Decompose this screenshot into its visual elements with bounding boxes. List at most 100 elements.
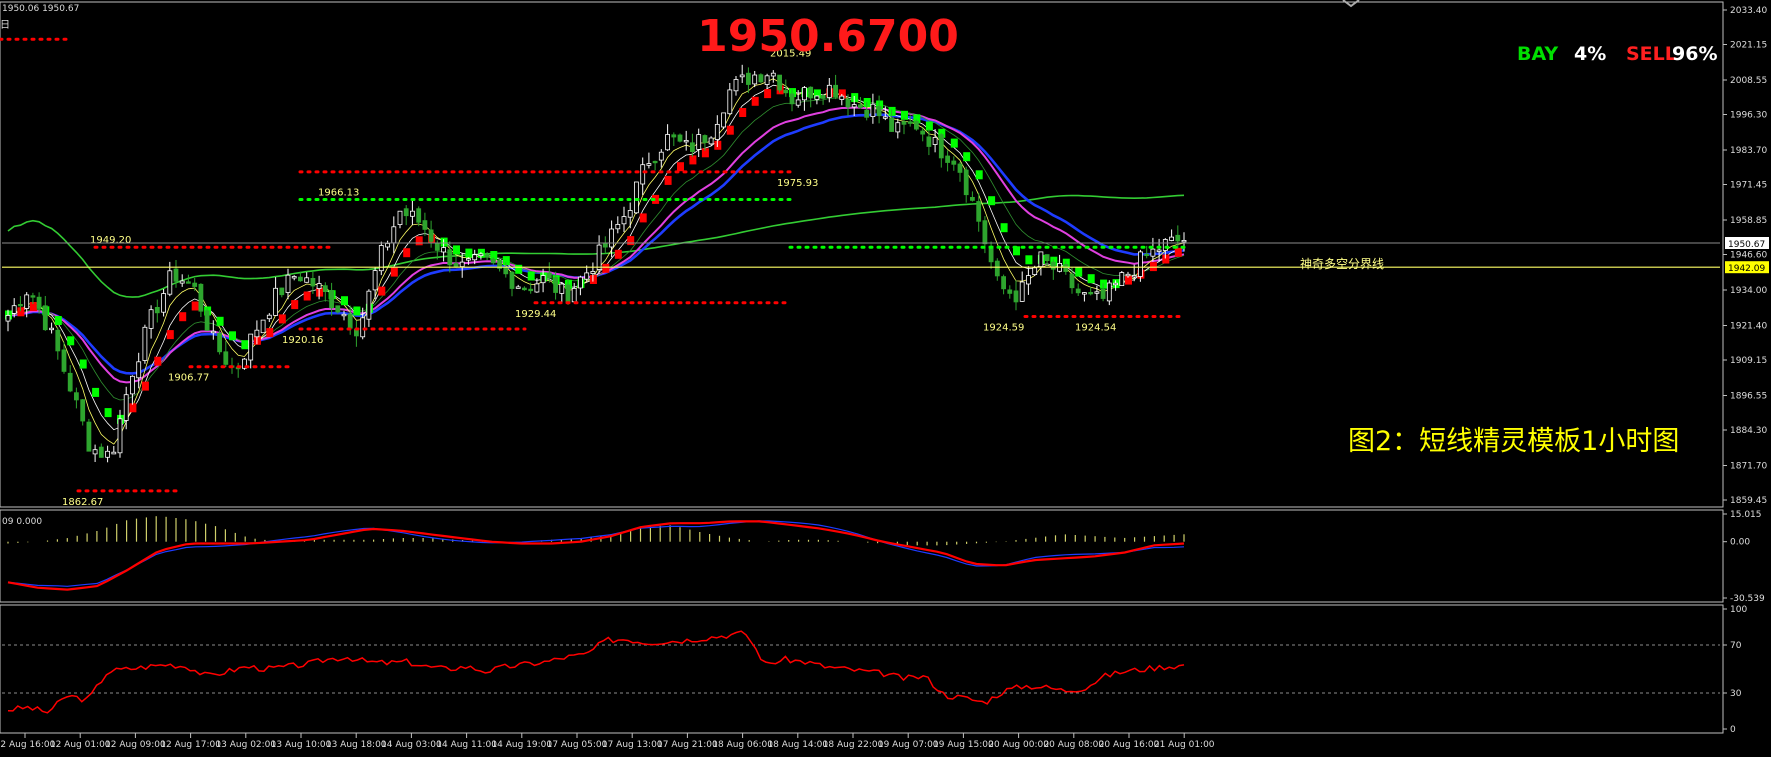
- time-tick-label: 19 Aug 15:00: [933, 740, 994, 750]
- candle-body: [192, 282, 198, 287]
- candle-body: [1131, 275, 1137, 278]
- trend-block: [278, 314, 286, 324]
- candle-body: [441, 247, 447, 253]
- candle-body: [105, 450, 110, 458]
- candle-body: [658, 151, 664, 161]
- price-annotation: 1906.77: [168, 373, 209, 384]
- price-tick-label: 1884.30: [1730, 426, 1767, 436]
- oscillator-tick-label: 0: [1730, 725, 1736, 735]
- candle-body: [957, 163, 963, 173]
- candle-body: [926, 136, 932, 147]
- candle-body: [285, 274, 291, 293]
- candle-body: [932, 136, 938, 145]
- candle-body: [1075, 288, 1081, 294]
- candle-body: [260, 319, 266, 334]
- trend-block: [627, 236, 635, 246]
- candle-body: [609, 228, 614, 248]
- candle-body: [976, 201, 982, 222]
- candle-body: [920, 130, 926, 135]
- mt4-chart-window[interactable]: 1949.20 1966.13 1906.77 1920.16 1929.44 1862.…: [0, 0, 1771, 753]
- time-tick-label: 12 Aug 16:00: [0, 740, 56, 750]
- candle-body: [24, 294, 30, 309]
- trend-block: [191, 301, 199, 311]
- candle-body: [397, 210, 403, 225]
- price-tick-label: 1958.85: [1730, 216, 1767, 226]
- trend-block: [465, 248, 473, 258]
- candle-body: [690, 142, 695, 153]
- candle-body: [602, 243, 608, 248]
- candle-body: [814, 95, 820, 100]
- candle-body: [708, 137, 714, 145]
- candle-body: [876, 106, 882, 117]
- candle-body: [1026, 275, 1031, 285]
- trend-block: [602, 263, 610, 273]
- candle-body: [111, 451, 117, 455]
- macd-tick-label: 0.00: [1730, 538, 1750, 548]
- candle-body: [167, 270, 173, 295]
- candle-body: [1106, 282, 1112, 302]
- candle-body: [1175, 234, 1181, 242]
- time-tick-label: 13 Aug 02:00: [215, 740, 276, 750]
- candle-body: [584, 272, 590, 280]
- time-tick-label: 12 Aug 17:00: [160, 740, 221, 750]
- chart-canvas[interactable]: 1949.20 1966.13 1906.77 1920.16 1929.44 1862.…: [0, 0, 1771, 753]
- candle-body: [802, 87, 807, 101]
- candle-body: [528, 288, 534, 292]
- candle-body: [1125, 273, 1131, 277]
- trend-block: [303, 291, 311, 301]
- candle-body: [522, 287, 527, 291]
- candle-body: [615, 223, 621, 230]
- candle-body: [80, 399, 86, 422]
- candle-body: [117, 418, 123, 454]
- candle-body: [1069, 273, 1075, 289]
- candle-body: [86, 421, 92, 452]
- time-tick-label: 20 Aug 08:00: [1043, 740, 1104, 750]
- sell-label: SELL: [1626, 43, 1677, 65]
- macd-readout: 09 0.000: [2, 517, 42, 527]
- trend-block: [79, 359, 87, 369]
- candle-body: [808, 86, 814, 99]
- candle-body: [1013, 290, 1019, 303]
- candle-body: [1144, 253, 1150, 257]
- candle-body: [30, 295, 36, 298]
- time-tick-label: 13 Aug 18:00: [326, 740, 387, 750]
- time-tick-label: 18 Aug 06:00: [712, 740, 773, 750]
- price-tick-label: 1921.40: [1730, 322, 1767, 332]
- candle-body: [534, 283, 540, 293]
- candle-body: [515, 286, 521, 289]
- candle-body: [945, 155, 950, 163]
- candle-body: [5, 315, 11, 322]
- trend-block: [291, 300, 299, 310]
- figure-caption: 图2：短线精灵模板1小时图: [1348, 426, 1679, 457]
- trend-block: [1174, 247, 1182, 257]
- candle-body: [1032, 267, 1038, 275]
- price-tick-label: 2021.15: [1730, 41, 1767, 51]
- candle-body: [322, 285, 328, 293]
- candle-body: [279, 287, 285, 296]
- candle-body: [55, 329, 61, 352]
- candle-body: [316, 283, 322, 290]
- price-tick-label: 1996.30: [1730, 111, 1767, 121]
- oscillator-tick-label: 100: [1730, 605, 1747, 615]
- price-tick-label: 1896.55: [1730, 392, 1767, 402]
- candle-body: [553, 277, 558, 293]
- time-tick-label: 14 Aug 11:00: [436, 740, 497, 750]
- candle-body: [136, 361, 142, 379]
- candle-body: [185, 281, 191, 284]
- candle-body: [777, 74, 782, 91]
- candle-body: [341, 313, 347, 317]
- candle-body: [416, 208, 422, 223]
- candle-body: [758, 74, 764, 83]
- trend-block: [1075, 267, 1083, 277]
- current-price-tag-label: 1950.67: [1728, 240, 1765, 250]
- price-tick-label: 1909.15: [1730, 356, 1767, 366]
- candle-body: [727, 89, 733, 115]
- candle-body: [596, 244, 602, 270]
- trend-block: [1087, 274, 1095, 284]
- price-tick-label: 1983.70: [1730, 146, 1767, 156]
- trend-block: [241, 340, 249, 350]
- candle-body: [472, 254, 478, 261]
- trend-block: [229, 331, 236, 341]
- time-tick-label: 18 Aug 14:00: [767, 740, 828, 750]
- candle-body: [559, 283, 565, 294]
